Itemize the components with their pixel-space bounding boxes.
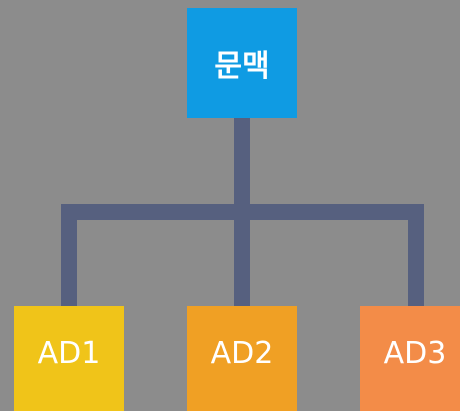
root-node: 문맥: [187, 8, 297, 118]
connector-drop-ad2: [234, 204, 250, 306]
connector-drop-ad3: [408, 204, 424, 306]
child-node-ad1: AD1: [14, 306, 124, 411]
child-node-ad3: AD3: [360, 306, 460, 411]
child-node-label: AD1: [37, 335, 101, 371]
child-node-label: AD3: [383, 335, 447, 371]
root-node-label: 문맥: [214, 49, 270, 84]
connector-root-stem: [234, 118, 250, 214]
connector-drop-ad1: [61, 204, 77, 306]
diagram-canvas: 문맥 AD1 AD2 AD3: [0, 0, 460, 411]
child-node-label: AD2: [210, 335, 274, 371]
child-node-ad2: AD2: [187, 306, 297, 411]
